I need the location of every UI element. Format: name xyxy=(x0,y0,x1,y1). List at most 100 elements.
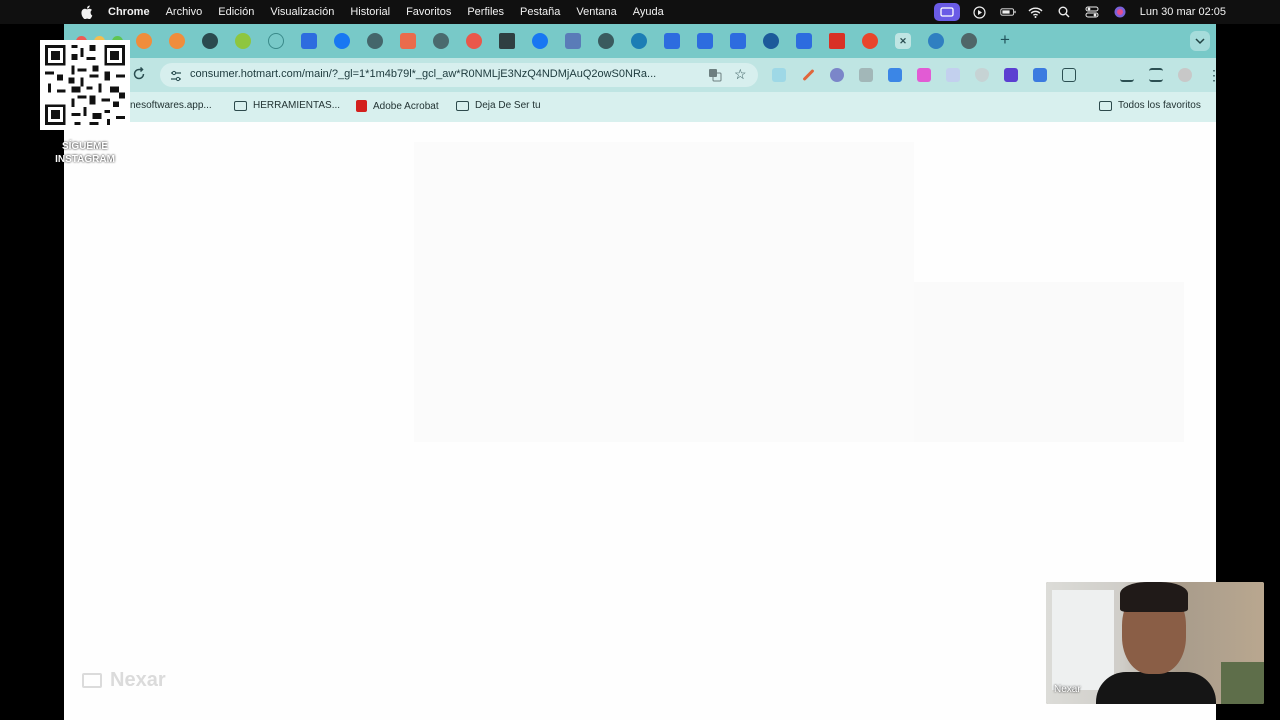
extension-purple-icon[interactable] xyxy=(1004,68,1018,82)
wifi-icon[interactable] xyxy=(1028,5,1044,19)
pdf-icon xyxy=(356,100,367,112)
chevron-down-icon xyxy=(1195,38,1205,45)
tab-favicon-question-icon[interactable] xyxy=(631,33,647,49)
extension-shield-icon[interactable] xyxy=(975,68,989,82)
bookmark-adobe-acrobat[interactable]: Adobe Acrobat xyxy=(356,100,439,112)
tab-favicon-openai-icon[interactable] xyxy=(598,33,614,49)
tab-favicon-g-icon[interactable] xyxy=(400,33,416,49)
play-icon[interactable] xyxy=(972,5,988,19)
all-bookmarks-folder[interactable]: Todos los favoritos xyxy=(1099,100,1201,111)
translate-icon[interactable] xyxy=(708,68,722,82)
all-bookmarks-label: Todos los favoritos xyxy=(1118,100,1201,111)
webcam-overlay: Nexar xyxy=(1046,582,1264,704)
plant xyxy=(1221,662,1264,704)
tab-favicon-orange-icon[interactable] xyxy=(169,33,185,49)
folder-icon xyxy=(234,100,247,111)
new-tab-button[interactable]: + xyxy=(996,31,1014,49)
tab-favicon-facebook-icon[interactable] xyxy=(334,33,350,49)
extension-pink-icon[interactable] xyxy=(917,68,931,82)
tab-favicon-chrome-icon[interactable] xyxy=(202,33,218,49)
menu-favoritos[interactable]: Favoritos xyxy=(406,6,451,18)
menu-edicion[interactable]: Edición xyxy=(218,6,254,18)
reload-icon[interactable] xyxy=(132,66,148,83)
search-icon[interactable] xyxy=(1056,5,1072,19)
instagram-qr-code xyxy=(40,40,130,130)
tab-favicon-blank-icon[interactable] xyxy=(268,33,284,49)
tab-favicon-meta-icon[interactable] xyxy=(664,33,680,49)
tab-favicon-zy-icon[interactable] xyxy=(499,33,515,49)
battery-icon[interactable] xyxy=(1000,5,1016,19)
menu-ventana[interactable]: Ventana xyxy=(576,6,616,18)
tab-favicon-dollar-icon[interactable] xyxy=(235,33,251,49)
menu-ayuda[interactable]: Ayuda xyxy=(633,6,664,18)
extension-blue-icon[interactable] xyxy=(1033,68,1047,82)
bookmark-folder-deja-de-ser-tu[interactable]: Deja De Ser tu xyxy=(456,100,541,111)
tab-favicon-meta-icon[interactable] xyxy=(730,33,746,49)
bookmark-label: Deja De Ser tu xyxy=(475,100,541,111)
menubar-clock[interactable]: Lun 30 mar 02:05 xyxy=(1140,6,1226,18)
tab-strip: ✕ + xyxy=(64,24,1216,58)
screen-recording-icon[interactable] xyxy=(933,3,960,21)
menu-perfiles[interactable]: Perfiles xyxy=(467,6,504,18)
qr-caption: SÍGUEME INSTAGRAM xyxy=(40,140,130,166)
tab-favicon-swirl-icon[interactable] xyxy=(763,33,779,49)
control-center-icon[interactable] xyxy=(1084,5,1100,19)
menu-pestana[interactable]: Pestaña xyxy=(520,6,560,18)
media-icon[interactable] xyxy=(1149,68,1163,82)
tab-favicon-hotmart-icon[interactable] xyxy=(862,33,878,49)
divider xyxy=(1091,68,1105,82)
extension-search-icon[interactable] xyxy=(772,68,786,82)
extension-pen-icon[interactable] xyxy=(802,68,815,82)
download-icon[interactable] xyxy=(1120,68,1134,82)
tab-favicon-orange-icon[interactable] xyxy=(136,33,152,49)
menu-app-chrome[interactable]: Chrome xyxy=(108,6,150,18)
tab-close-icon[interactable]: ✕ xyxy=(895,33,911,49)
qr-code-icon xyxy=(42,42,128,128)
address-bar[interactable]: consumer.hotmart.com/main/?_gl=1*1m4b79l… xyxy=(160,63,758,87)
browser-toolbar: consumer.hotmart.com/main/?_gl=1*1m4b79l… xyxy=(64,58,1216,92)
tab-search-button[interactable] xyxy=(1190,31,1210,51)
whiteboard xyxy=(1052,590,1114,690)
apple-icon[interactable] xyxy=(80,5,94,19)
watermark-text: Nexar xyxy=(110,668,166,691)
tab-favicon-meta-icon[interactable] xyxy=(796,33,812,49)
tab-favicon-red-dot-icon[interactable] xyxy=(466,33,482,49)
menu-historial[interactable]: Historial xyxy=(350,6,390,18)
webcam-name-label: Nexar xyxy=(1054,684,1081,695)
folder-icon xyxy=(456,100,469,111)
tab-favicon-gmail-icon[interactable] xyxy=(829,33,845,49)
url-text[interactable]: consumer.hotmart.com/main/?_gl=1*1m4b79l… xyxy=(190,68,690,80)
profile-avatar-icon[interactable] xyxy=(1178,68,1192,82)
tab-favicon-blue-icon[interactable] xyxy=(928,33,944,49)
bookmark-item[interactable]: nesoftwares.app... xyxy=(130,100,212,111)
siri-icon[interactable] xyxy=(1112,5,1128,19)
menu-visualizacion[interactable]: Visualización xyxy=(270,6,334,18)
qr-caption-line-2: INSTAGRAM xyxy=(55,154,115,165)
person-body xyxy=(1096,672,1216,704)
browser-window: ✕ + consumer.hotmart.com/main/?_gl=1*1m4… xyxy=(64,24,1216,720)
tab-favicon-globe-icon[interactable] xyxy=(367,33,383,49)
extension-circle-icon[interactable] xyxy=(830,68,844,82)
tab-favicons: ✕ xyxy=(136,32,994,50)
extension-faded-icon[interactable] xyxy=(946,68,960,82)
extensions-puzzle-icon[interactable] xyxy=(1062,68,1076,82)
bookmark-folder-herramientas[interactable]: HERRAMIENTAS... xyxy=(234,100,340,111)
bookmark-star-icon[interactable]: ☆ xyxy=(734,67,748,81)
tab-favicon-cursor-icon[interactable] xyxy=(565,33,581,49)
tab-favicon-meta-icon[interactable] xyxy=(301,33,317,49)
bookmark-label: nesoftwares.app... xyxy=(130,100,212,111)
qr-caption-line-1: SÍGUEME xyxy=(61,141,109,152)
bookmark-label: HERRAMIENTAS... xyxy=(253,100,341,111)
tab-favicon-facebook-icon[interactable] xyxy=(532,33,548,49)
kebab-menu-icon[interactable]: ⋮ xyxy=(1207,68,1216,82)
bookmark-label: Adobe Acrobat xyxy=(373,100,439,112)
tab-favicon-globe-icon[interactable] xyxy=(433,33,449,49)
site-info-icon[interactable] xyxy=(170,69,182,82)
extension-camera-icon[interactable] xyxy=(859,68,873,82)
menu-archivo[interactable]: Archivo xyxy=(166,6,203,18)
tab-favicon-sound-icon[interactable] xyxy=(961,33,977,49)
macos-menu-bar: Chrome Archivo Edición Visualización His… xyxy=(0,0,1280,24)
extension-t-icon[interactable] xyxy=(888,68,902,82)
tab-favicon-meta-icon[interactable] xyxy=(697,33,713,49)
bookmarks-bar: nesoftwares.app... HERRAMIENTAS... Adobe… xyxy=(64,92,1216,122)
